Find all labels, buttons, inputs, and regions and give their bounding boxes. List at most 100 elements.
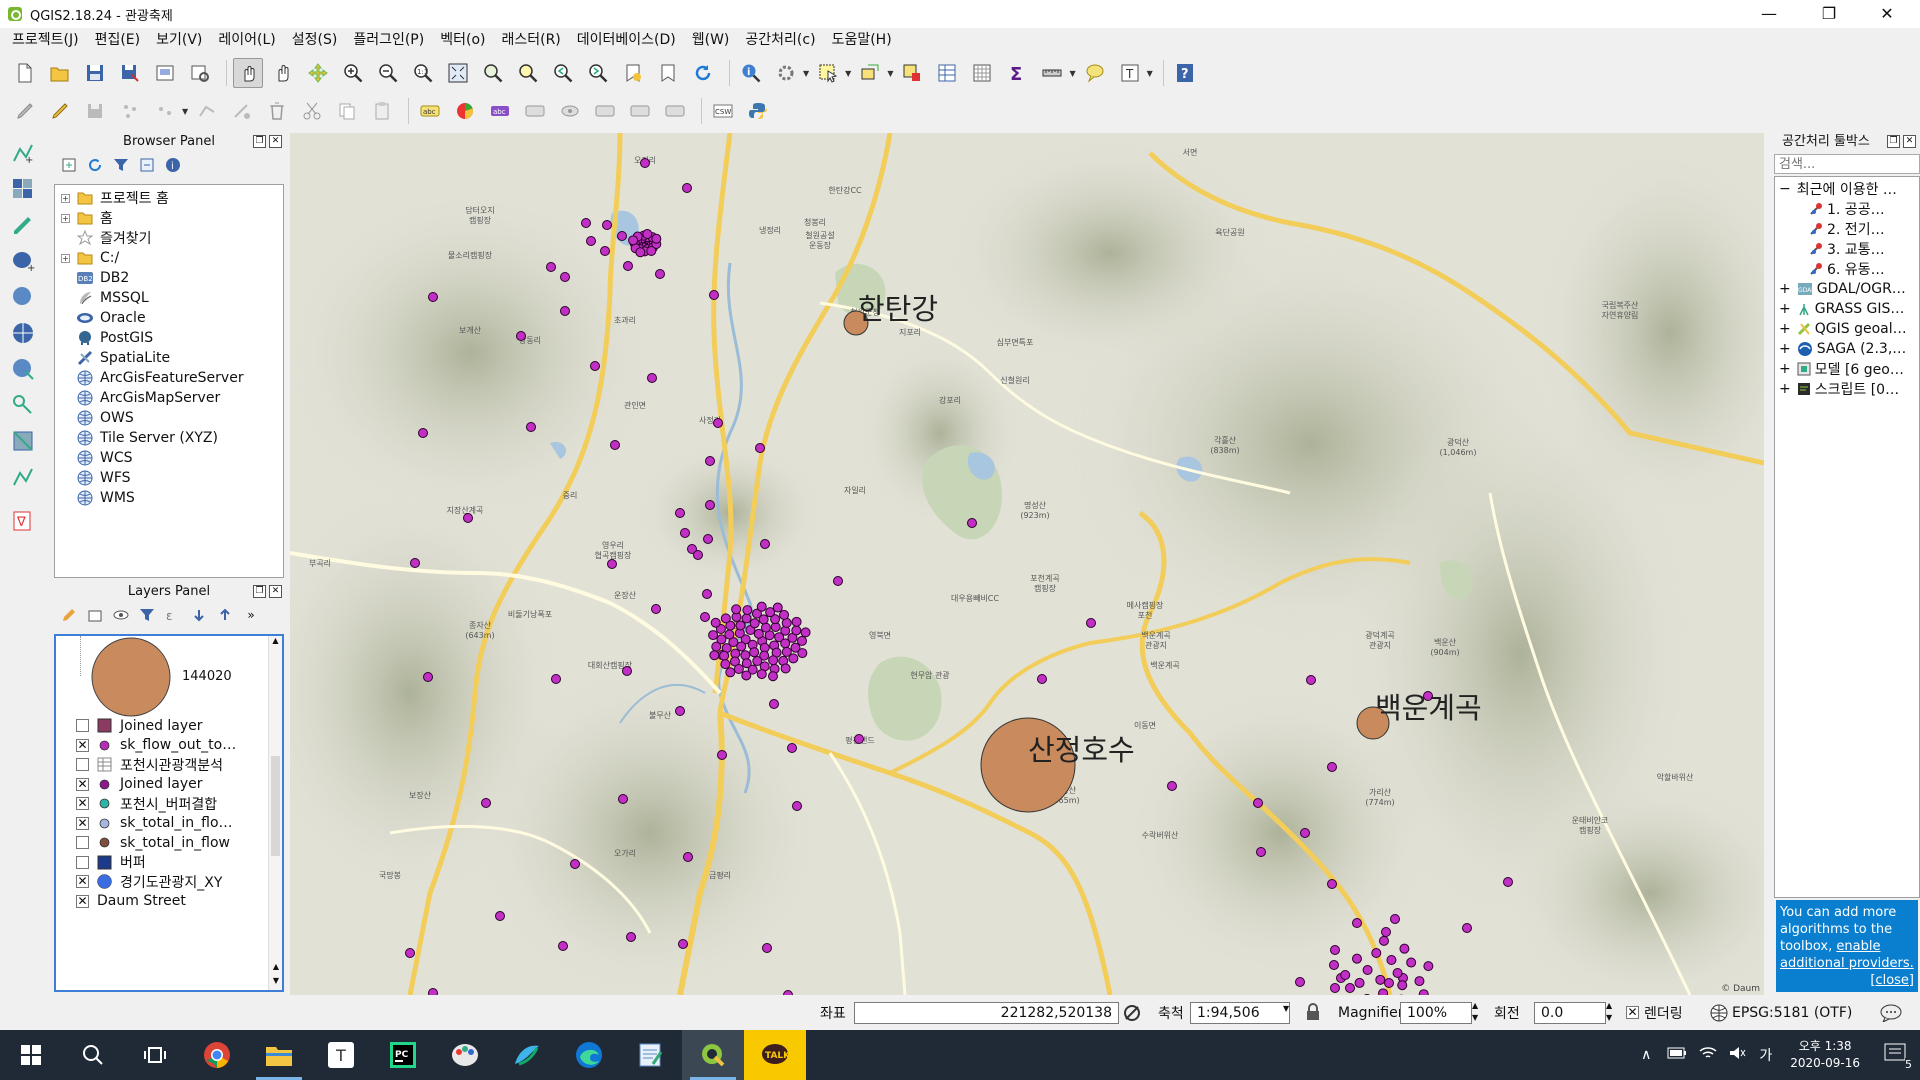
tourism-point[interactable] xyxy=(410,558,420,568)
layer-visibility-checkbox[interactable] xyxy=(76,719,89,733)
browser-item[interactable]: MSSQL xyxy=(61,288,283,308)
layer-visibility-checkbox[interactable]: ✕ xyxy=(76,777,89,791)
menu-web[interactable]: 웹(W) xyxy=(684,28,738,52)
tourism-point[interactable] xyxy=(1423,961,1434,972)
tourism-point[interactable] xyxy=(779,609,790,620)
tourism-point[interactable] xyxy=(708,630,719,641)
cut-button[interactable] xyxy=(297,96,327,126)
tourism-point[interactable] xyxy=(1399,943,1410,954)
add-raster-layer-button[interactable] xyxy=(8,174,38,204)
select-by-value-button[interactable] xyxy=(855,58,885,88)
tourism-point[interactable] xyxy=(1390,914,1400,924)
tourism-point[interactable] xyxy=(796,635,807,646)
volume-icon[interactable] xyxy=(1729,1046,1747,1064)
tourism-point[interactable] xyxy=(724,629,735,640)
tourism-point[interactable] xyxy=(428,292,438,302)
statistics-button[interactable]: Σ xyxy=(1002,58,1032,88)
tourism-point[interactable] xyxy=(405,948,415,958)
tourism-point[interactable] xyxy=(418,428,428,438)
dropdown-arrow-icon[interactable]: ▼ xyxy=(1069,69,1075,78)
tourism-point[interactable] xyxy=(642,229,653,240)
kakaotalk-icon[interactable]: TALK xyxy=(744,1030,806,1080)
tourism-point[interactable] xyxy=(791,625,802,636)
browser-item[interactable]: WFS xyxy=(61,468,283,488)
print-composer-button[interactable] xyxy=(150,58,180,88)
tourism-point[interactable] xyxy=(626,932,636,942)
tourism-point[interactable] xyxy=(683,852,693,862)
expand-icon[interactable]: + xyxy=(1779,321,1791,337)
browser-item[interactable]: ArcGisMapServer xyxy=(61,388,283,408)
scroll-down-icon[interactable]: ▼ xyxy=(269,976,282,990)
geometry-checker-button[interactable]: ∇ xyxy=(8,506,38,536)
tourism-point[interactable] xyxy=(1386,955,1397,966)
tourism-point[interactable] xyxy=(1167,781,1177,791)
layer-item[interactable]: ✕ 경기도관광지_XY xyxy=(56,872,268,892)
processing-tree-item[interactable]: + GRASS GIS… xyxy=(1775,299,1919,319)
move-feature-button[interactable] xyxy=(150,96,180,126)
tourism-point[interactable] xyxy=(693,550,703,560)
add-wfs-button[interactable] xyxy=(8,426,38,456)
render-checkbox[interactable]: ✕ xyxy=(1626,1006,1639,1019)
tourism-point[interactable] xyxy=(709,290,719,300)
layer-item[interactable]: ✕ sk_flow_out_to… xyxy=(56,736,268,756)
lock-scale-icon[interactable] xyxy=(1306,1003,1320,1025)
tourism-point[interactable] xyxy=(481,798,491,808)
field-calculator-button[interactable] xyxy=(967,58,997,88)
close-button[interactable]: ✕ xyxy=(1858,0,1916,28)
tourism-point[interactable] xyxy=(1414,976,1425,987)
tourism-point[interactable] xyxy=(741,670,752,681)
layers-scrollbar[interactable]: ▲ ▲ ▼ xyxy=(268,636,282,990)
paint-icon[interactable] xyxy=(434,1030,496,1080)
expand-icon[interactable]: + xyxy=(61,193,70,203)
magnifier-spinner[interactable]: ▲ ▼ xyxy=(1472,1000,1478,1024)
layer-item[interactable]: ✕ 포천시_버퍼결합 xyxy=(56,794,268,814)
tourism-point[interactable] xyxy=(791,616,802,627)
collapse-all-icon[interactable] xyxy=(216,606,234,624)
scroll-thumb[interactable] xyxy=(271,756,280,856)
browser-item[interactable]: ArcGisFeatureServer xyxy=(61,368,283,388)
tourism-point[interactable] xyxy=(854,734,864,744)
processing-search-input[interactable] xyxy=(1774,154,1920,174)
add-delimited-text-button[interactable] xyxy=(8,210,38,240)
tourism-point[interactable] xyxy=(717,750,727,760)
start-button[interactable] xyxy=(0,1030,62,1080)
clock[interactable]: 오후 1:38 2020-09-16 xyxy=(1790,1038,1860,1072)
browser-item[interactable]: 즐겨찾기 xyxy=(61,228,283,248)
toggle-extents-icon[interactable] xyxy=(1122,1003,1142,1027)
scale-field[interactable]: 1:94,506 xyxy=(1190,1002,1290,1024)
add-wcs-button[interactable] xyxy=(8,354,38,384)
menu-layer[interactable]: 레이어(L) xyxy=(210,28,283,52)
tourism-point[interactable] xyxy=(675,706,685,716)
scale-dropdown-icon[interactable]: ▼ xyxy=(1283,1004,1289,1013)
tourism-point[interactable] xyxy=(682,183,692,193)
tourism-point[interactable] xyxy=(678,939,688,949)
new-project-button[interactable] xyxy=(10,58,40,88)
browser-item[interactable]: WCS xyxy=(61,448,283,468)
scroll-up-icon[interactable]: ▲ xyxy=(269,962,282,976)
dropdown-arrow-icon[interactable]: ▼ xyxy=(1147,69,1153,78)
show-bookmarks-button[interactable] xyxy=(653,58,683,88)
add-vector-layer-button[interactable]: + xyxy=(8,138,38,168)
tourism-point[interactable] xyxy=(1327,879,1337,889)
expand-icon[interactable]: + xyxy=(1779,381,1791,397)
tourism-point[interactable] xyxy=(586,236,596,246)
processing-tree-item[interactable]: + 스크립트 [0… xyxy=(1775,379,1919,399)
new-shapefile-button[interactable] xyxy=(8,462,38,492)
browser-item[interactable]: Oracle xyxy=(61,308,283,328)
tourism-point[interactable] xyxy=(1256,847,1266,857)
menu-vector[interactable]: 벡터(o) xyxy=(432,28,493,52)
tourism-point[interactable] xyxy=(1306,675,1316,685)
messages-icon[interactable] xyxy=(1880,1004,1902,1026)
tourism-point[interactable] xyxy=(720,613,731,624)
tourism-point[interactable] xyxy=(590,361,600,371)
label-tool-button[interactable]: abc xyxy=(415,96,445,126)
tourism-point[interactable] xyxy=(703,534,713,544)
tourism-point[interactable] xyxy=(558,941,568,951)
zoom-actual-button[interactable]: 1:1 xyxy=(408,58,438,88)
layer-visibility-checkbox[interactable] xyxy=(76,855,89,869)
task-view-button[interactable] xyxy=(124,1030,186,1080)
processing-tree-item[interactable]: + GDAL GDAL/OGR… xyxy=(1775,279,1919,299)
tourism-point[interactable] xyxy=(760,539,770,549)
tourism-point[interactable] xyxy=(1330,983,1340,993)
collapse-all-icon[interactable] xyxy=(138,156,156,174)
